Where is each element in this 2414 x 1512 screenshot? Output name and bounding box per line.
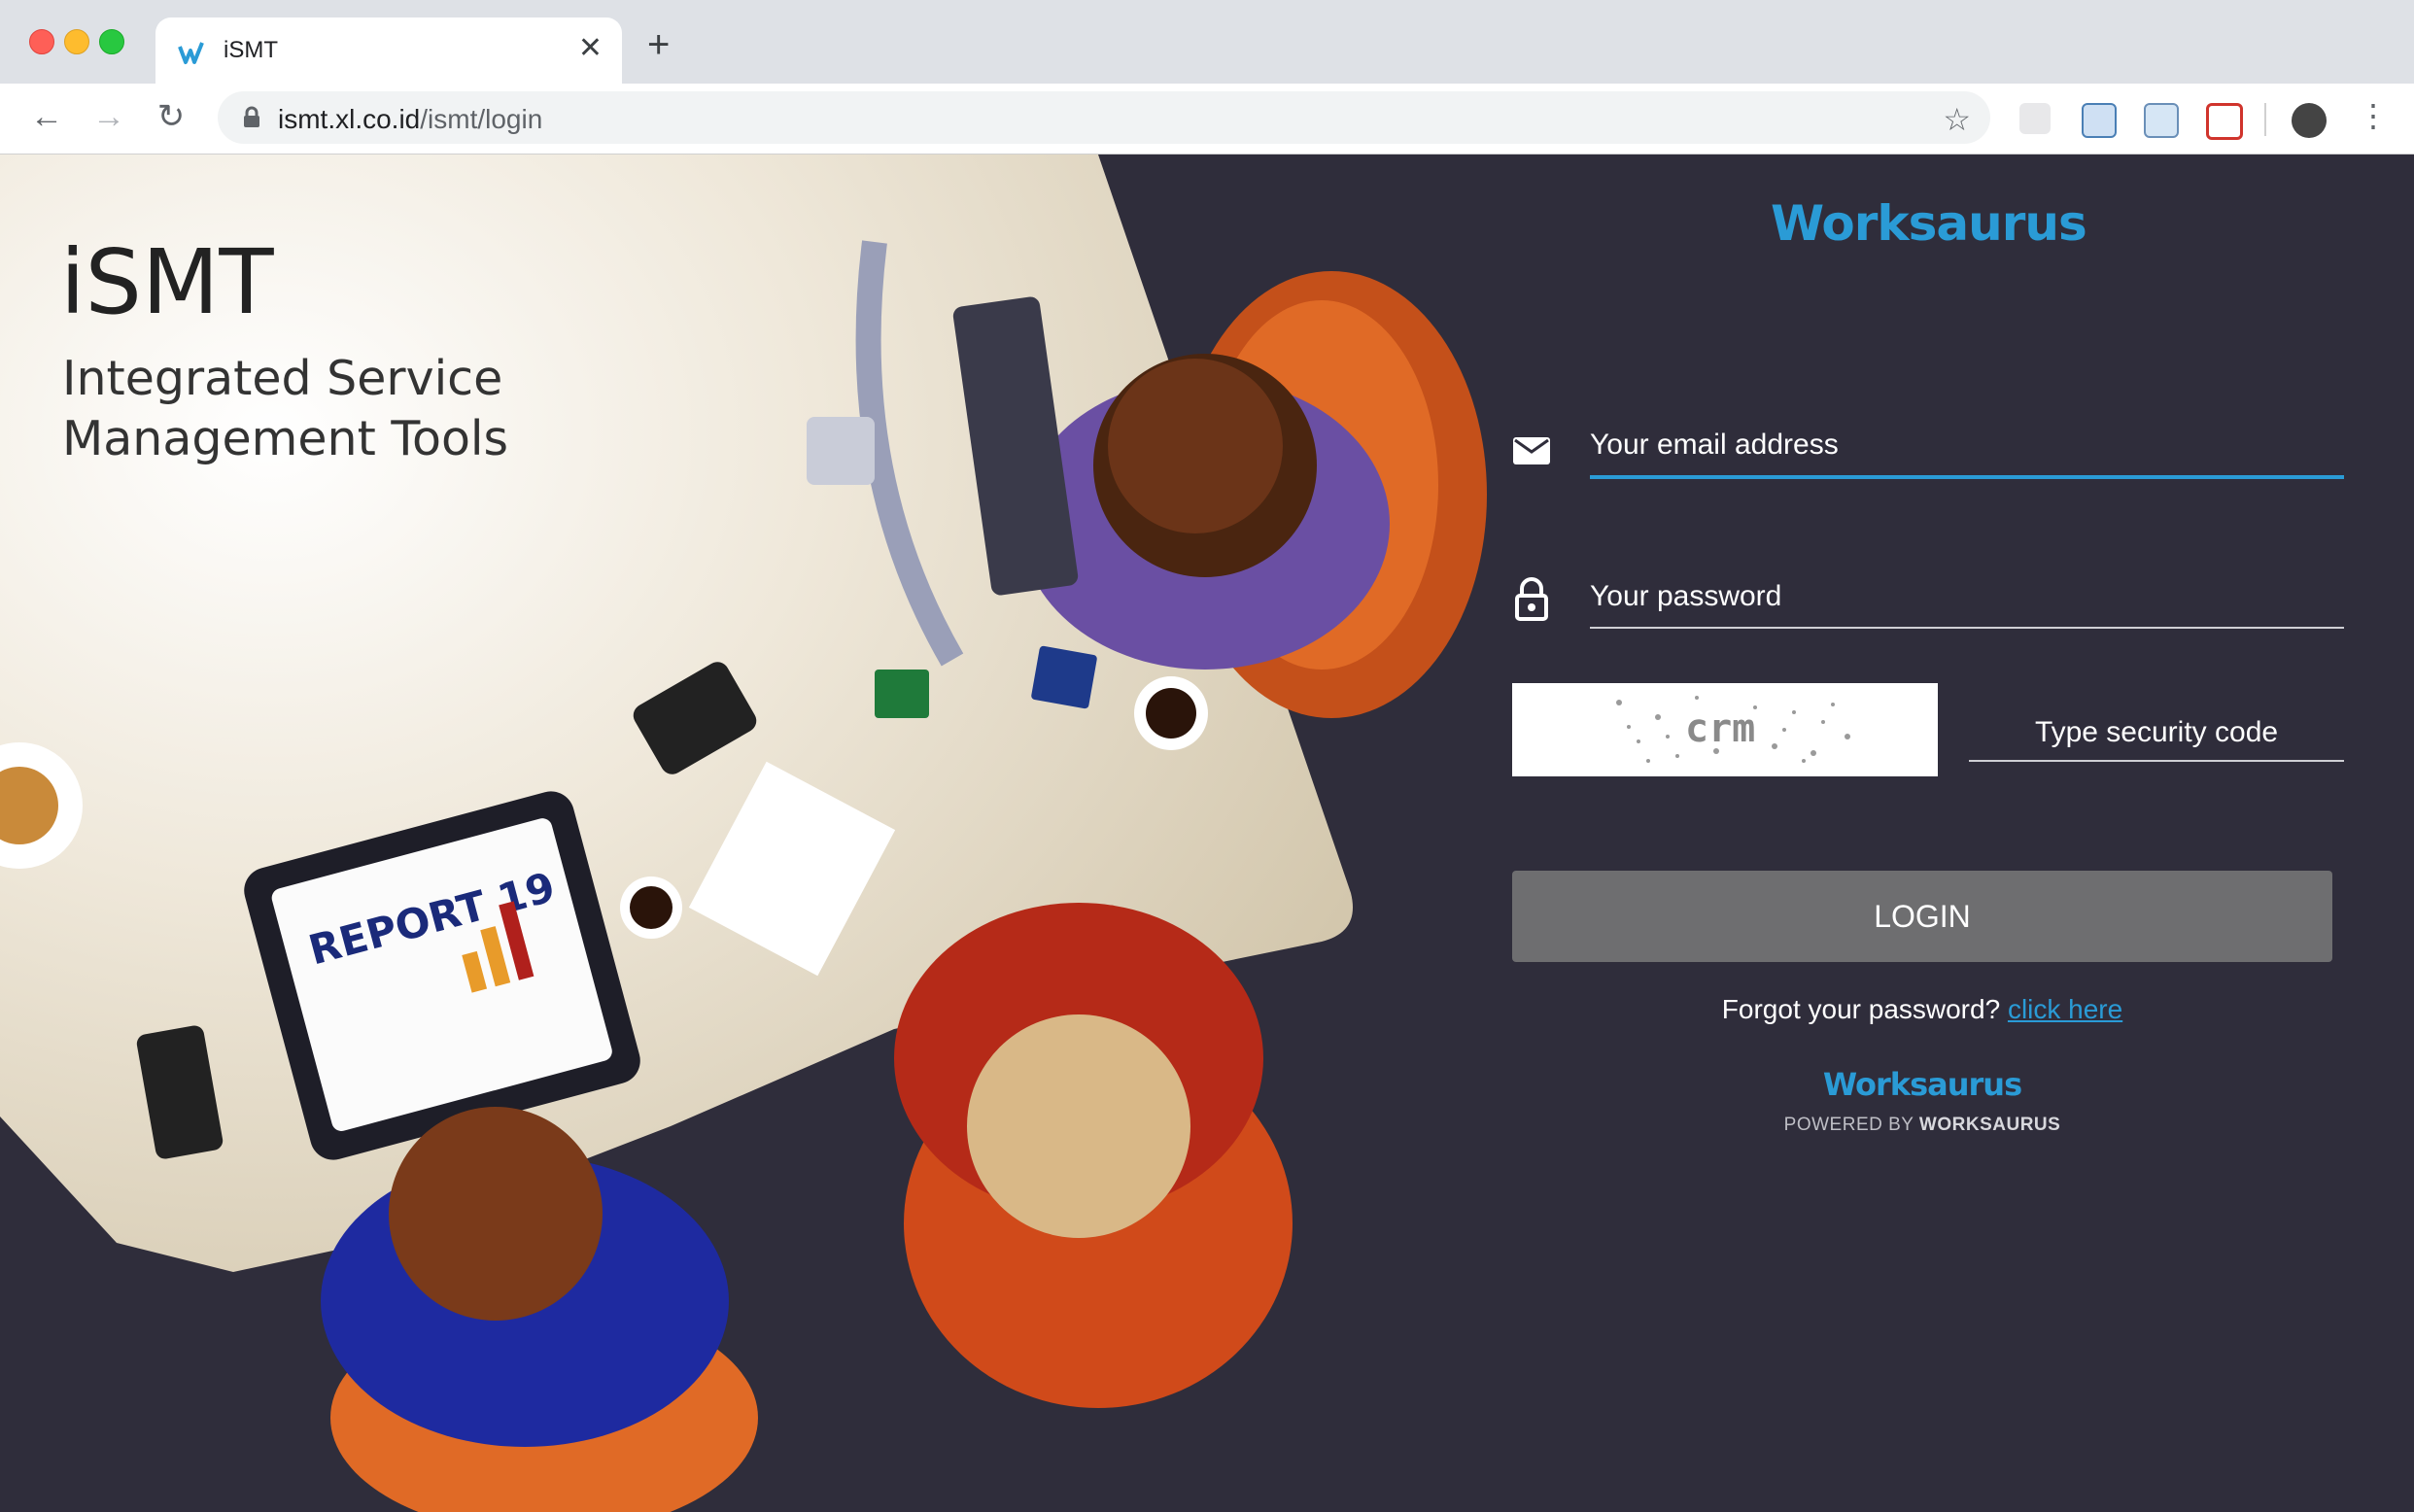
powered-by-prefix: POWERED BY — [1783, 1115, 1914, 1135]
new-tab-button[interactable]: + — [647, 25, 670, 64]
browser-toolbar: ← → ↻ ismt.xl.co.id/ismt/login ☆ ⋮ — [0, 84, 2414, 155]
browser-menu-icon[interactable]: ⋮ — [2358, 97, 2389, 134]
page-subtitle: Integrated Service Management Tools — [62, 349, 508, 469]
close-tab-icon[interactable]: ✕ — [578, 31, 603, 65]
captcha-text: crm — [1685, 706, 1755, 751]
window-zoom-button[interactable] — [99, 29, 124, 54]
url-text: ismt.xl.co.id/ismt/login — [278, 104, 542, 135]
toolbar-divider — [2264, 103, 2266, 136]
forgot-password-link[interactable]: click here — [2008, 994, 2122, 1024]
forgot-password: Forgot your password? click here — [1512, 994, 2332, 1025]
worksaurus-favicon-icon — [178, 42, 204, 64]
captcha-image: crm — [1512, 683, 1938, 776]
extension-gear-icon[interactable] — [2019, 103, 2051, 134]
password-underline — [1590, 627, 2344, 629]
lock-icon — [244, 106, 259, 127]
logo-text: Worksaurus — [1771, 195, 2087, 252]
email-input[interactable]: Your email address — [1590, 429, 1839, 462]
url-host: ismt.xl.co.id — [278, 104, 421, 134]
password-field[interactable]: Your password — [1512, 572, 2348, 640]
password-input[interactable]: Your password — [1590, 580, 1781, 613]
bookmark-star-icon[interactable]: ☆ — [1943, 101, 1971, 138]
captcha-noise: crm — [1616, 696, 1850, 763]
login-button[interactable]: LOGIN — [1512, 871, 2332, 962]
extension-window-icon[interactable] — [2144, 103, 2179, 138]
email-field[interactable]: Your email address — [1512, 419, 2348, 487]
captcha-underline — [1969, 760, 2344, 762]
window-close-button[interactable] — [29, 29, 54, 54]
reload-icon[interactable]: ↻ — [152, 97, 190, 136]
tab-title: iSMT — [224, 37, 278, 63]
page-title: iSMT — [60, 230, 274, 334]
address-bar[interactable]: ismt.xl.co.id/ismt/login ☆ — [218, 91, 1990, 144]
email-underline — [1590, 475, 2344, 479]
tab-strip: iSMT ✕ + — [0, 0, 2414, 84]
url-path: /ismt/login — [420, 104, 543, 134]
back-arrow-icon[interactable]: ← — [27, 97, 66, 136]
extension-document-icon[interactable] — [2082, 103, 2117, 138]
browser-window: iSMT ✕ + ← → ↻ ismt.xl.co.id/ismt/login … — [0, 0, 2414, 1512]
worksaurus-logo: Worksaurus — [1771, 195, 2087, 252]
powered-by-logo: Worksaurus — [1822, 1066, 2022, 1103]
page-content: REPORT 19 iSMT Integrated Service Manage… — [0, 155, 2414, 1512]
captcha-input[interactable]: Type security code — [1969, 716, 2344, 749]
powered-by-text: POWERED BY WORKSAURUS — [1512, 1115, 2332, 1136]
envelope-icon — [1513, 437, 1550, 464]
padlock-icon — [1515, 577, 1548, 621]
forward-arrow-icon[interactable]: → — [89, 97, 128, 136]
profile-avatar-icon[interactable] — [2292, 103, 2327, 138]
window-minimize-button[interactable] — [64, 29, 89, 54]
powered-by-brand: WORKSAURUS — [1918, 1115, 2061, 1135]
forgot-password-text: Forgot your password? — [1721, 994, 2001, 1024]
tab-ismt[interactable]: iSMT ✕ — [155, 17, 622, 84]
extension-forward-icon[interactable] — [2206, 103, 2243, 140]
subtitle-line-2: Management Tools — [62, 411, 509, 466]
subtitle-line-1: Integrated Service — [62, 351, 503, 406]
